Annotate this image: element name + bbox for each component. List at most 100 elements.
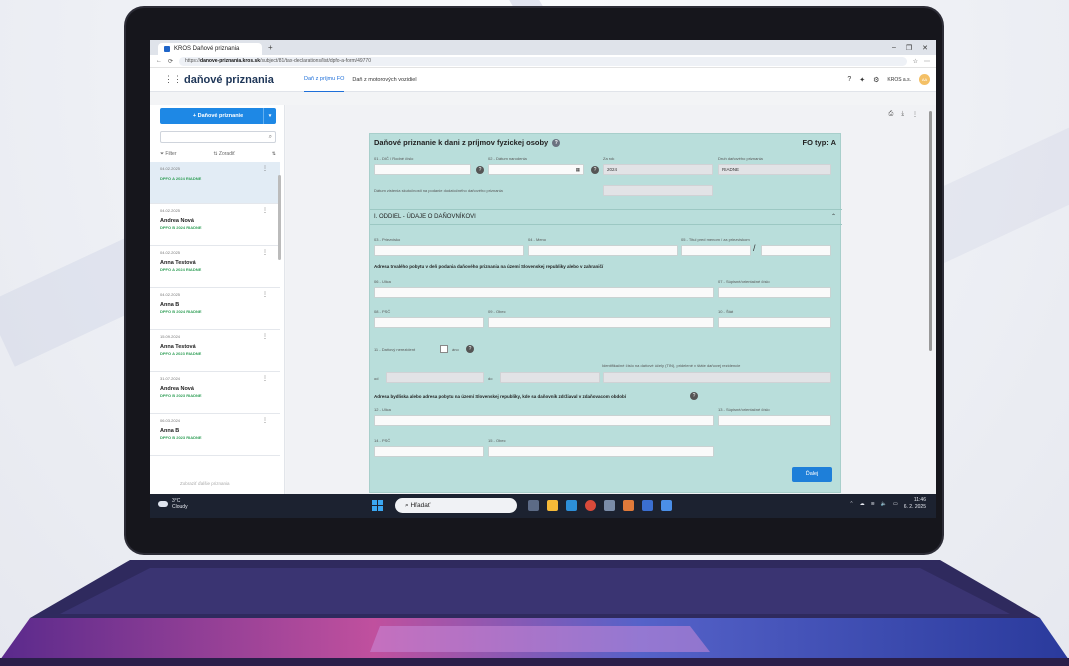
print-icon[interactable]: ⎙ <box>889 111 894 118</box>
sort-button[interactable]: ⇅ Zoradiť <box>213 151 235 157</box>
chevron-up-icon[interactable]: ⌃ <box>831 210 836 225</box>
task-view-icon[interactable] <box>528 500 539 511</box>
kebab-icon[interactable]: ⋮ <box>262 165 268 172</box>
search-icon: ⌕ <box>268 134 272 140</box>
help-icon[interactable]: ? <box>690 392 698 400</box>
sort-label: Zoradiť <box>218 151 235 157</box>
star-icon[interactable]: ☆ <box>913 58 918 65</box>
main-scrollbar[interactable] <box>929 111 932 351</box>
chevron-down-icon[interactable]: ▾ <box>263 108 276 124</box>
search-input[interactable]: ⌕ <box>160 131 276 143</box>
kros-app-icon[interactable] <box>661 500 672 511</box>
new-tab-icon[interactable]: + <box>268 43 273 52</box>
settings-app-icon[interactable] <box>604 500 615 511</box>
from-label: od <box>374 376 379 381</box>
kebab-icon[interactable]: ⋮ <box>262 291 268 298</box>
dic-field[interactable] <box>374 164 471 175</box>
surname-field[interactable] <box>374 245 524 256</box>
sort-direction-icon[interactable]: ⇅ <box>272 151 276 157</box>
wifi-icon[interactable]: ≋ <box>871 501 875 507</box>
street2-field[interactable] <box>374 415 714 426</box>
notifications-icon[interactable]: ✦ <box>859 76 865 84</box>
list-item[interactable]: 04.02.2025 Anna B DPFO B 2024 RIADNE ⋮ <box>150 288 280 330</box>
laptop-base <box>0 560 1069 666</box>
maximize-icon[interactable]: ❐ <box>906 44 912 52</box>
file-explorer-icon[interactable] <box>547 500 558 511</box>
windows-start-icon[interactable] <box>372 500 383 511</box>
browser-tab[interactable]: KROS Daňové priznania <box>158 43 262 55</box>
number-field[interactable] <box>718 287 831 298</box>
close-icon[interactable]: ✕ <box>922 44 928 52</box>
list-item[interactable]: 04.02.2025 Andrea Nová DPFO B 2024 RIADN… <box>150 204 280 246</box>
reload-icon[interactable]: ⟳ <box>168 58 173 65</box>
new-declaration-button[interactable]: + Daňové priznanie ▾ <box>160 108 276 124</box>
next-button[interactable]: Ďalej <box>792 467 832 482</box>
gear-icon[interactable]: ⚙ <box>873 76 879 84</box>
name-label: 04 - Meno <box>528 237 547 242</box>
zip-field[interactable] <box>374 317 484 328</box>
item-name: Anna B <box>160 428 180 434</box>
store-icon[interactable] <box>623 500 634 511</box>
list-item[interactable]: 15.09.2024 Anna Testová DPFO A 2023 RIAD… <box>150 330 280 372</box>
nonresident-checkbox[interactable] <box>440 345 448 353</box>
edge-icon[interactable] <box>566 500 577 511</box>
year-field: 2024 <box>603 164 713 175</box>
help-icon[interactable]: ? <box>476 166 484 174</box>
battery-icon[interactable]: ▭ <box>893 501 898 507</box>
minimize-icon[interactable]: – <box>892 44 896 52</box>
kebab-icon[interactable]: ⋮ <box>262 375 268 382</box>
kebab-icon[interactable]: ⋮ <box>262 249 268 256</box>
number2-field[interactable] <box>718 415 831 426</box>
number-label: 07 - Súpisné/orientačné číslo <box>718 279 770 284</box>
name-field[interactable] <box>528 245 678 256</box>
kebab-icon[interactable]: ⋮ <box>262 207 268 214</box>
list-item[interactable]: 31.07.2024 Andrea Nová DPFO B 2023 RIADN… <box>150 372 280 414</box>
apps-grid-icon[interactable]: ⋮⋮ <box>164 74 182 85</box>
help-icon[interactable]: ? <box>591 166 599 174</box>
org-selector[interactable]: KROS a.s. <box>887 77 911 83</box>
sidebar-scrollbar[interactable] <box>278 175 281 260</box>
weather-widget[interactable]: 3°C Cloudy <box>158 498 188 510</box>
tab-income-tax[interactable]: Daň z príjmu FO <box>304 67 345 92</box>
tab-title: KROS Daňové priznania <box>174 46 240 52</box>
menu-icon[interactable]: ⋯ <box>924 58 930 65</box>
volume-icon[interactable]: 🔈 <box>881 501 887 507</box>
help-icon[interactable]: ? <box>847 76 851 83</box>
avatar[interactable]: AA <box>919 74 930 85</box>
from-field <box>386 372 484 383</box>
state-field[interactable] <box>718 317 831 328</box>
to-label: do <box>488 376 493 381</box>
browser-navbar: ← ⟳ https://danove-priznania.kros.sk/sub… <box>150 55 936 68</box>
list-item[interactable]: 06.03.2024 Anna B DPFO B 2023 RIADNE ⋮ <box>150 414 280 456</box>
help-icon[interactable]: ? <box>466 345 474 353</box>
kebab-icon[interactable]: ⋮ <box>262 417 268 424</box>
url-prefix: https:// <box>185 58 201 64</box>
birth-date-field[interactable]: ▦ <box>488 164 584 175</box>
kebab-icon[interactable]: ⋮ <box>262 333 268 340</box>
clock[interactable]: 11:46 6. 2. 2025 <box>904 497 926 511</box>
tab-vehicle-tax[interactable]: Daň z motorových vozidiel <box>352 68 416 92</box>
chevron-up-icon[interactable]: ⌃ <box>849 501 853 507</box>
chrome-icon[interactable] <box>585 500 596 511</box>
app-icon[interactable] <box>642 500 653 511</box>
list-item[interactable]: 04.02.2025 DPFO A 2024 RIADNE ⋮ <box>150 162 280 204</box>
show-more-link[interactable]: Zobraziť ďalšie priznania <box>180 481 229 486</box>
title-after-field[interactable] <box>761 245 831 256</box>
list-item[interactable]: 04.02.2025 Anna Testová DPFO A 2024 RIAD… <box>150 246 280 288</box>
more-icon[interactable]: ⋮ <box>912 111 918 118</box>
back-icon[interactable]: ← <box>156 58 162 64</box>
taskbar-search[interactable]: ⌕ Hľadať <box>395 498 517 513</box>
calendar-icon[interactable]: ▦ <box>576 165 580 175</box>
zip2-field[interactable] <box>374 446 484 457</box>
title-before-field[interactable] <box>681 245 751 256</box>
filter-button[interactable]: ⏷ Filter <box>160 151 177 157</box>
help-icon[interactable]: ? <box>552 139 561 148</box>
onedrive-icon[interactable]: ☁ <box>860 501 865 507</box>
street-field[interactable] <box>374 287 714 298</box>
city-field[interactable] <box>488 317 714 328</box>
download-icon[interactable]: ⤓ <box>901 111 904 118</box>
address-bar[interactable]: https://danove-priznania.kros.sk/subject… <box>179 56 907 66</box>
stay-heading: Adresa bydliska alebo adresa pobytu na ú… <box>374 394 626 399</box>
section-header[interactable]: I. ODDIEL - ÚDAJE O DAŇOVNÍKOVI ⌃ <box>370 209 842 225</box>
city2-field[interactable] <box>488 446 714 457</box>
